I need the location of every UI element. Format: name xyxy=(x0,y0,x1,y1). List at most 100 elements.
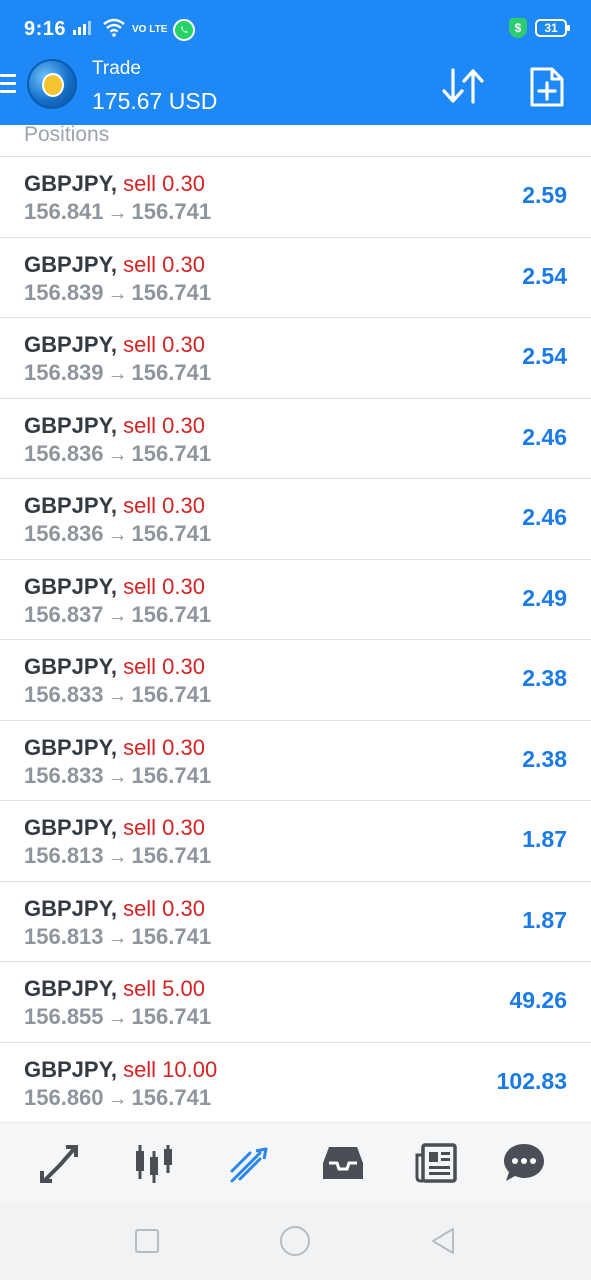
position-prices: 156.839 → 156.741 xyxy=(24,360,211,386)
position-row[interactable]: GBPJPY, sell 0.30 156.833 → 156.741 2.38 xyxy=(0,719,591,801)
sort-button[interactable] xyxy=(440,66,486,106)
position-profit: 1.87 xyxy=(522,826,567,852)
position-title: GBPJPY, sell 0.30 xyxy=(24,815,205,841)
position-symbol: GBPJPY, xyxy=(24,493,117,518)
status-bar: 9:16 VO LTE $ 31 xyxy=(0,0,591,58)
position-profit: 2.49 xyxy=(522,584,567,611)
position-profit: 1.87 xyxy=(522,906,567,933)
arrow-right-icon: → xyxy=(107,926,128,949)
back-button[interactable] xyxy=(426,1224,460,1258)
position-row[interactable]: GBPJPY, sell 0.30 156.836 → 156.741 2.46 xyxy=(0,478,591,559)
arrow-right-icon: → xyxy=(107,202,128,224)
position-title: GBPJPY, sell 0.30 xyxy=(24,493,205,519)
position-row[interactable]: GBPJPY, sell 0.30 156.839 → 156.741 2.54 xyxy=(0,236,591,318)
open-price: 156.836 xyxy=(24,440,104,466)
nav-quotes[interactable] xyxy=(36,1139,84,1187)
position-prices: 156.833 → 156.741 xyxy=(24,763,211,789)
current-price: 156.741 xyxy=(131,1084,212,1110)
position-prices: 156.813 → 156.741 xyxy=(24,843,211,869)
menu-icon[interactable] xyxy=(0,74,18,98)
open-price: 156.839 xyxy=(24,279,104,305)
page-title: Trade xyxy=(92,58,141,79)
nav-history[interactable] xyxy=(319,1139,367,1187)
current-price: 156.741 xyxy=(131,1004,212,1029)
home-button[interactable] xyxy=(278,1224,312,1258)
messages-icon xyxy=(504,1144,544,1181)
position-profit: 2.54 xyxy=(522,262,567,289)
section-title-positions: Positions xyxy=(24,123,110,146)
bottom-navigation xyxy=(0,1122,591,1202)
position-row[interactable]: GBPJPY, sell 5.00 156.855 → 156.741 49.26 xyxy=(0,961,591,1042)
account-balance: 175.67 USD xyxy=(92,88,218,114)
position-row[interactable]: GBPJPY, sell 0.30 156.841 → 156.741 2.59 xyxy=(0,156,591,237)
position-row[interactable]: GBPJPY, sell 0.30 156.813 → 156.741 1.87 xyxy=(0,880,591,962)
position-symbol: GBPJPY, xyxy=(24,573,117,599)
nav-trade[interactable] xyxy=(224,1139,272,1187)
recent-apps-button[interactable] xyxy=(130,1224,164,1258)
position-profit: 49.26 xyxy=(509,987,567,1013)
new-order-button[interactable] xyxy=(528,66,566,108)
positions-list: GBPJPY, sell 0.30 156.841 → 156.741 2.59 GBPJ… xyxy=(0,156,591,1123)
shield-icon: $ xyxy=(509,18,527,38)
position-title: GBPJPY, sell 0.30 xyxy=(24,413,205,439)
position-profit: 2.59 xyxy=(522,182,567,208)
current-price: 156.741 xyxy=(131,521,212,546)
current-price: 156.741 xyxy=(131,360,212,385)
arrow-right-icon: → xyxy=(107,1007,128,1029)
wifi-icon xyxy=(102,17,126,42)
position-profit: 102.83 xyxy=(496,1067,567,1094)
position-prices: 156.833 → 156.741 xyxy=(24,682,211,708)
position-title: GBPJPY, sell 0.30 xyxy=(24,574,205,600)
current-price: 156.741 xyxy=(131,923,212,949)
history-icon xyxy=(323,1147,363,1179)
nav-messages[interactable] xyxy=(500,1139,548,1187)
position-row[interactable]: GBPJPY, sell 0.30 156.836 → 156.741 2.46 xyxy=(0,397,591,479)
chart-icon xyxy=(136,1145,172,1183)
nav-news[interactable] xyxy=(413,1139,461,1187)
arrow-right-icon: → xyxy=(107,524,128,546)
position-symbol: GBPJPY, xyxy=(24,815,117,840)
position-row[interactable]: GBPJPY, sell 10.00 156.860 → 156.741 102.83 xyxy=(0,1041,591,1123)
whatsapp-icon xyxy=(173,18,196,41)
app-logo-icon xyxy=(27,59,77,109)
current-price: 156.741 xyxy=(131,279,212,305)
current-price: 156.741 xyxy=(131,440,212,466)
position-symbol: GBPJPY, xyxy=(24,412,117,438)
arrow-right-icon: → xyxy=(107,604,128,627)
add-document-icon xyxy=(530,67,564,107)
position-title: GBPJPY, sell 0.30 xyxy=(24,896,205,922)
quotes-icon xyxy=(40,1145,78,1183)
position-symbol: GBPJPY, xyxy=(24,171,117,196)
system-navigation-bar xyxy=(0,1202,591,1280)
position-profit: 2.38 xyxy=(522,665,567,691)
position-side-volume: sell 0.30 xyxy=(123,493,206,518)
position-symbol: GBPJPY, xyxy=(24,1056,117,1082)
open-price: 156.855 xyxy=(24,1004,104,1029)
position-title: GBPJPY, sell 0.30 xyxy=(24,654,205,680)
trade-icon xyxy=(230,1147,268,1183)
position-symbol: GBPJPY, xyxy=(24,895,117,921)
position-profit: 2.46 xyxy=(522,423,567,450)
position-title: GBPJPY, sell 0.30 xyxy=(24,171,205,197)
current-price: 156.741 xyxy=(131,682,212,707)
position-side-volume: sell 0.30 xyxy=(123,412,206,438)
open-price: 156.839 xyxy=(24,360,104,385)
sort-icon xyxy=(442,68,484,104)
position-title: GBPJPY, sell 0.30 xyxy=(24,735,205,761)
position-row[interactable]: GBPJPY, sell 0.30 156.839 → 156.741 2.54 xyxy=(0,317,591,398)
open-price: 156.813 xyxy=(24,843,104,868)
position-prices: 156.839 → 156.741 xyxy=(24,280,211,306)
position-row[interactable]: GBPJPY, sell 0.30 156.833 → 156.741 2.38 xyxy=(0,639,591,720)
battery-icon: 31 xyxy=(535,19,570,37)
arrow-right-icon: → xyxy=(107,363,128,385)
position-title: GBPJPY, sell 10.00 xyxy=(24,1057,217,1083)
position-side-volume: sell 0.30 xyxy=(123,171,206,196)
position-side-volume: sell 0.30 xyxy=(123,573,206,599)
position-row[interactable]: GBPJPY, sell 0.30 156.813 → 156.741 1.87 xyxy=(0,800,591,881)
position-title: GBPJPY, sell 0.30 xyxy=(24,332,205,358)
position-title: GBPJPY, sell 5.00 xyxy=(24,976,205,1002)
nav-chart[interactable] xyxy=(130,1139,178,1187)
position-prices: 156.836 → 156.741 xyxy=(24,521,211,547)
position-row[interactable]: GBPJPY, sell 0.30 156.837 → 156.741 2.49 xyxy=(0,558,591,640)
position-side-volume: sell 10.00 xyxy=(123,1056,218,1082)
